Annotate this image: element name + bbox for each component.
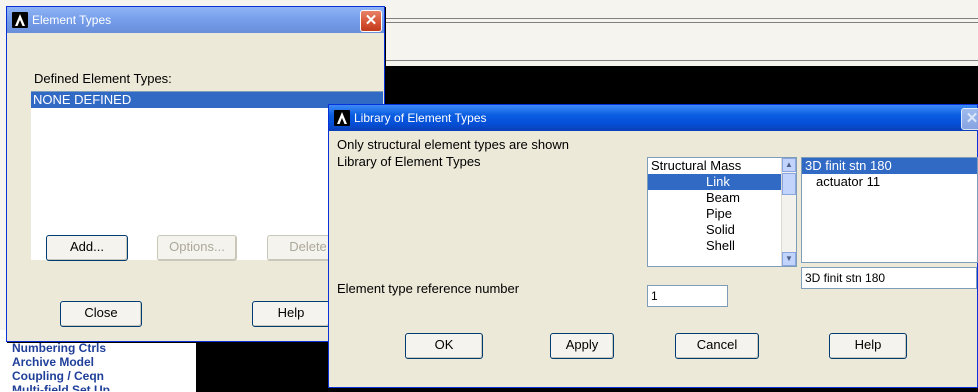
menu-item-numbering-ctrls[interactable]: Numbering Ctrls <box>12 341 106 355</box>
options-button[interactable]: Options... <box>157 235 237 261</box>
menu-item-multi-field[interactable]: Multi-field Set Up <box>12 383 110 391</box>
ok-button[interactable]: OK <box>405 333 483 359</box>
list-item[interactable]: Link <box>648 174 796 190</box>
element-category-list[interactable]: Structural Mass Link Beam Pipe Solid She… <box>647 157 797 267</box>
element-types-title: Element Types <box>32 13 112 27</box>
ansys-logo-icon <box>334 110 350 126</box>
library-of-element-types-dialog: Library of Element Types ✕ Only structur… <box>328 104 978 388</box>
ref-number-input[interactable]: 1 <box>647 285 728 307</box>
toolbar-divider <box>384 22 978 23</box>
menu-item-coupling-ceqn[interactable]: Coupling / Ceqn <box>12 369 104 383</box>
help-button[interactable]: Help <box>252 301 330 327</box>
list-item[interactable]: 3D finit stn 180 <box>802 158 977 174</box>
list-item[interactable]: Beam <box>648 190 796 206</box>
selected-element-type-field[interactable]: 3D finit stn 180 <box>801 267 977 289</box>
ansys-logo-icon <box>12 12 28 28</box>
toolbar-divider <box>384 18 978 19</box>
apply-button[interactable]: Apply <box>550 333 614 359</box>
scroll-down-icon[interactable]: ▼ <box>782 252 796 266</box>
close-icon[interactable]: ✕ <box>360 10 382 32</box>
add-button[interactable]: Add... <box>46 235 128 261</box>
structural-only-note: Only structural element types are shown <box>337 137 569 152</box>
list-item[interactable]: actuator 11 <box>802 174 977 190</box>
library-titlebar[interactable]: Library of Element Types ✕ <box>329 105 978 131</box>
library-label: Library of Element Types <box>337 154 481 169</box>
ref-number-label: Element type reference number <box>337 281 520 296</box>
menu-item-archive-model[interactable]: Archive Model <box>12 355 94 369</box>
category-scrollbar[interactable]: ▲ ▼ <box>781 158 796 266</box>
scrollbar-thumb[interactable] <box>782 173 796 195</box>
element-type-list[interactable]: 3D finit stn 180 actuator 11 <box>801 157 978 263</box>
close-icon[interactable]: ✕ <box>961 108 978 130</box>
library-title: Library of Element Types <box>354 111 487 125</box>
cancel-button[interactable]: Cancel <box>675 333 759 359</box>
list-item[interactable]: Shell <box>648 238 796 254</box>
close-button[interactable]: Close <box>60 301 142 327</box>
toolbar-divider <box>384 60 978 61</box>
list-item[interactable]: Solid <box>648 222 796 238</box>
defined-element-types-label: Defined Element Types: <box>34 71 172 86</box>
list-item[interactable]: Structural Mass <box>648 158 796 174</box>
scroll-up-icon[interactable]: ▲ <box>782 158 796 172</box>
help-button[interactable]: Help <box>829 333 907 359</box>
element-types-titlebar[interactable]: Element Types ✕ <box>7 7 384 33</box>
list-item[interactable]: Pipe <box>648 206 796 222</box>
